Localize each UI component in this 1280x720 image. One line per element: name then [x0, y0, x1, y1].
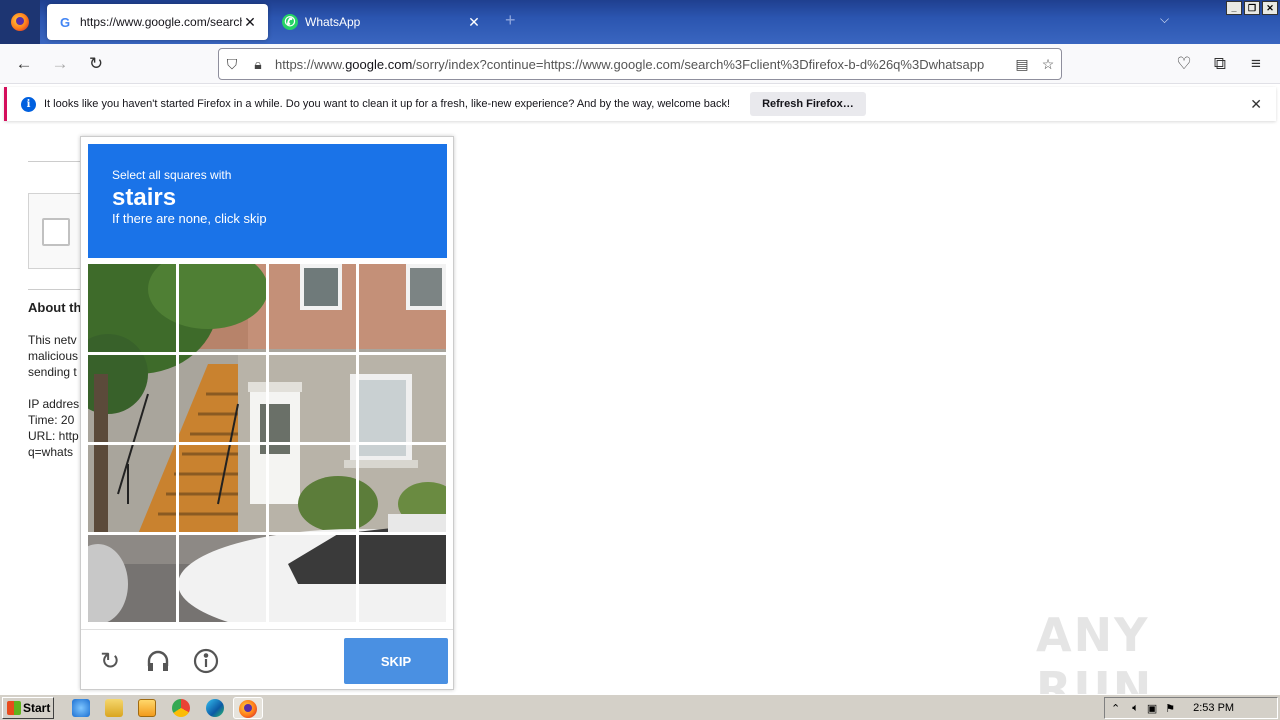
challenge-header: Select all squares with stairs If there …: [88, 144, 447, 258]
reader-view-icon[interactable]: ▤: [1009, 56, 1035, 73]
bookmark-star-icon[interactable]: ☆: [1035, 56, 1061, 73]
close-icon[interactable]: ✕: [242, 14, 258, 31]
divider: [28, 289, 88, 290]
grid-tile[interactable]: [268, 354, 356, 442]
recaptcha-checkbox[interactable]: [42, 218, 70, 246]
info-help-icon[interactable]: [191, 646, 221, 676]
restore-icon[interactable]: ❐: [1244, 1, 1260, 15]
volume-icon[interactable]: 🔈︎: [1132, 702, 1139, 715]
grid-tile[interactable]: [178, 534, 266, 622]
page-paragraph: This netv malicious sending t: [28, 332, 78, 380]
text-line: malicious: [28, 349, 79, 363]
image-grid: [88, 264, 446, 622]
system-tray: ⌃ 🔈︎ ▣ ⚑ 2:53 PM: [1104, 697, 1278, 719]
page-heading: About th: [28, 300, 82, 315]
challenge-instruction: Select all squares with: [112, 168, 232, 182]
media-player-icon[interactable]: [138, 699, 156, 717]
forward-icon[interactable]: →: [48, 52, 72, 76]
skip-button[interactable]: SKIP: [344, 638, 448, 684]
info-icon: i: [21, 96, 36, 112]
url-text[interactable]: https://www.google.com/sorry/index?conti…: [271, 57, 1009, 72]
clock-time[interactable]: 2:53 PM: [1193, 702, 1234, 714]
file-explorer-icon[interactable]: [105, 699, 123, 717]
tab-title: WhatsApp: [305, 15, 361, 29]
close-icon[interactable]: ✕: [466, 14, 482, 31]
recaptcha-checkbox-card: [28, 193, 88, 269]
grid-tile[interactable]: [88, 264, 176, 352]
network-icon[interactable]: ▣: [1147, 702, 1157, 715]
url-bar[interactable]: ⛉ 🔒︎ https://www.google.com/sorry/index?…: [218, 48, 1062, 80]
url-path: /sorry/index?continue=https://www.google…: [412, 56, 985, 72]
tab-title: https://www.google.com/search?c: [80, 15, 242, 29]
grid-tile[interactable]: [268, 264, 356, 352]
tab-google[interactable]: G https://www.google.com/search?c ✕: [47, 4, 268, 40]
text-line: IP addres: [28, 397, 80, 411]
firefox-icon: [11, 13, 29, 31]
text-line: q=whats: [28, 445, 74, 459]
notification-message: It looks like you haven't started Firefo…: [44, 98, 731, 110]
recaptcha-challenge: Select all squares with stairs If there …: [80, 136, 454, 690]
minimize-icon[interactable]: _: [1226, 1, 1242, 15]
close-window-icon[interactable]: ✕: [1262, 1, 1278, 15]
challenge-hint: If there are none, click skip: [112, 211, 267, 226]
url-domain: google.com: [345, 56, 413, 72]
windows-taskbar: Start ⌃ 🔈︎ ▣ ⚑ 2:53 PM: [0, 694, 1280, 720]
divider: [28, 161, 88, 162]
firefox-taskbar-button[interactable]: [233, 697, 263, 719]
grid-tile[interactable]: [88, 354, 176, 442]
reload-challenge-icon[interactable]: ↻: [95, 646, 125, 676]
pocket-icon[interactable]: ♡: [1172, 52, 1196, 76]
new-tab-icon[interactable]: +: [505, 10, 516, 31]
start-label: Start: [23, 701, 51, 715]
grid-tile[interactable]: [268, 534, 356, 622]
text-line: This netv: [28, 333, 77, 347]
challenge-footer: ↻ SKIP: [81, 629, 453, 689]
tab-bar: G https://www.google.com/search?c ✕ ✆ Wh…: [0, 0, 1280, 44]
edge-icon[interactable]: [206, 699, 224, 717]
reload-icon[interactable]: ↻: [84, 52, 108, 76]
back-icon[interactable]: ←: [12, 52, 36, 76]
challenge-keyword: stairs: [112, 184, 177, 211]
lock-icon[interactable]: 🔒︎: [245, 56, 271, 73]
chrome-icon[interactable]: [172, 699, 190, 717]
shield-icon[interactable]: ⛉: [219, 56, 245, 73]
chevron-down-icon[interactable]: ⌵: [1160, 12, 1169, 27]
start-button[interactable]: Start: [2, 697, 54, 719]
refresh-firefox-button[interactable]: Refresh Firefox…: [750, 92, 866, 116]
tab-whatsapp[interactable]: ✆ WhatsApp ✕: [272, 4, 492, 40]
headphones-audio-icon[interactable]: [143, 646, 173, 676]
firefox-menu-button[interactable]: [0, 0, 40, 44]
windows-logo-icon: [7, 701, 21, 715]
url-prefix: https://www.: [275, 56, 346, 72]
window-controls: _ ❐ ✕: [1226, 1, 1278, 15]
grid-tile[interactable]: [178, 264, 266, 352]
grid-tile[interactable]: [178, 444, 266, 532]
grid-tile[interactable]: [358, 264, 446, 352]
grid-tile[interactable]: [358, 354, 446, 442]
text-line: URL: http: [28, 429, 79, 443]
firefox-icon: [239, 700, 257, 718]
grid-tile[interactable]: [358, 444, 446, 532]
whatsapp-icon: ✆: [282, 14, 298, 30]
close-icon[interactable]: ✕: [1250, 96, 1262, 113]
show-hidden-icons-icon[interactable]: ⌃: [1111, 702, 1120, 715]
text-line: sending t: [28, 365, 77, 379]
text-line: Time: 20: [28, 413, 75, 427]
grid-tile[interactable]: [88, 534, 176, 622]
grid-tile[interactable]: [358, 534, 446, 622]
grid-tile[interactable]: [178, 354, 266, 442]
grid-tile[interactable]: [268, 444, 356, 532]
extensions-icon[interactable]: ⧉: [1208, 52, 1232, 76]
internet-explorer-icon[interactable]: [72, 699, 90, 717]
notification-bar: i It looks like you haven't started Fire…: [4, 87, 1276, 121]
hamburger-menu-icon[interactable]: ≡: [1244, 52, 1268, 76]
page-details: IP addres Time: 20 URL: http q=whats: [28, 396, 79, 460]
google-icon: G: [59, 14, 71, 30]
grid-tile[interactable]: [88, 444, 176, 532]
action-center-flag-icon[interactable]: ⚑: [1165, 702, 1175, 715]
navigation-toolbar: ← → ↻ ⛉ 🔒︎ https://www.google.com/sorry/…: [0, 44, 1280, 84]
